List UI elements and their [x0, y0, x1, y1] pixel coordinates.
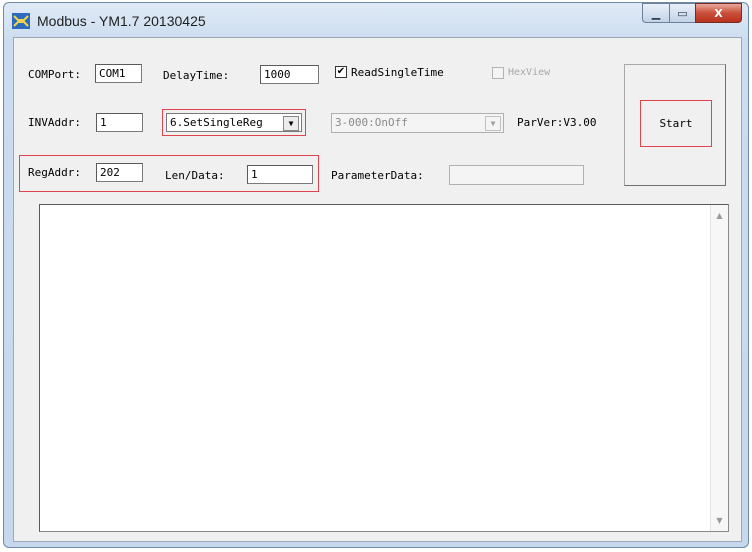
minimize-button[interactable]: ▁ — [642, 3, 669, 23]
read-single-time-label: ReadSingleTime — [351, 66, 444, 79]
minimize-icon: ▁ — [651, 6, 661, 20]
inv-addr-field[interactable]: 1 — [96, 113, 143, 132]
comport-label: COMPort: — [28, 68, 81, 81]
maximize-icon: ▭ — [677, 6, 688, 20]
parameter-data-label: ParameterData: — [331, 169, 424, 182]
start-label: Start — [659, 117, 693, 130]
parameter-combo[interactable]: 3-000:OnOff ▼ — [331, 113, 504, 133]
len-data-field[interactable]: 1 — [247, 165, 313, 184]
maximize-button[interactable]: ▭ — [669, 3, 695, 23]
hexview-label: HexView — [508, 67, 551, 78]
reg-addr-field[interactable]: 202 — [96, 163, 143, 182]
title-bar[interactable]: Modbus - YM1.7 20130425 ▁ ▭ X — [4, 3, 748, 35]
function-combo[interactable]: 6.SetSingleReg ▼ — [166, 113, 302, 132]
delaytime-field[interactable]: 1000 — [260, 65, 319, 84]
chevron-down-icon[interactable]: ▼ — [485, 116, 501, 131]
start-button[interactable]: Start — [640, 100, 712, 147]
read-single-time-checkbox[interactable]: ✔ — [335, 66, 347, 78]
modbus-app-icon — [12, 13, 30, 29]
caption-buttons: ▁ ▭ X — [642, 3, 742, 25]
output-textarea[interactable]: ▲ ▼ — [39, 204, 729, 532]
parver-label: ParVer:V3.00 — [517, 116, 597, 129]
window-title: Modbus - YM1.7 20130425 — [37, 13, 206, 29]
inv-addr-label: INVAddr: — [28, 116, 81, 129]
close-icon: X — [714, 6, 723, 20]
app-window: Modbus - YM1.7 20130425 ▁ ▭ X COMPort: C… — [3, 2, 749, 548]
client-area: COMPort: COM1 DelayTime: 1000 ✔ ReadSing… — [13, 37, 742, 542]
comport-field[interactable]: COM1 — [95, 64, 142, 83]
close-button[interactable]: X — [695, 3, 742, 23]
parameter-data-field[interactable] — [449, 165, 584, 185]
reg-addr-label: RegAddr: — [28, 166, 81, 179]
delaytime-label: DelayTime: — [163, 69, 230, 82]
scroll-up-icon[interactable]: ▲ — [711, 207, 728, 224]
hexview-checkbox[interactable] — [492, 67, 504, 79]
function-combo-value: 6.SetSingleReg — [170, 116, 263, 129]
chevron-down-icon[interactable]: ▼ — [283, 116, 299, 131]
len-data-label: Len/Data: — [165, 169, 225, 182]
scroll-down-icon[interactable]: ▼ — [711, 512, 728, 529]
checkmark-icon: ✔ — [336, 66, 346, 77]
parameter-combo-value: 3-000:OnOff — [335, 116, 408, 129]
vertical-scrollbar[interactable]: ▲ ▼ — [710, 205, 728, 531]
